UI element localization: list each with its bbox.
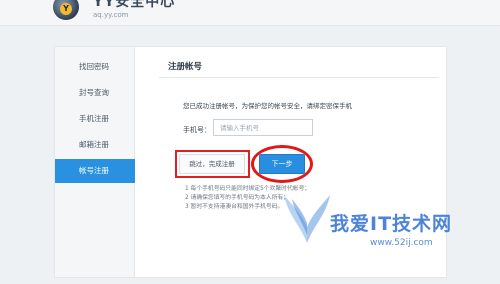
brand-domain: aq.yy.com [93, 11, 129, 19]
phone-input[interactable] [213, 119, 313, 136]
sidebar-item-ban-query[interactable]: 封号查询 [55, 81, 134, 105]
logo-letter: Y [60, 3, 72, 15]
watermark-text: 我爱IT技术网 [330, 213, 453, 235]
title-divider [159, 77, 439, 78]
sidebar-item-email-register[interactable]: 邮箱注册 [55, 133, 134, 157]
wings-icon [284, 195, 330, 243]
sidebar-item-recover-password[interactable]: 找回密码 [55, 55, 134, 79]
page-title: 注册帐号 [168, 62, 203, 72]
next-step-button[interactable]: 下一步 [259, 154, 305, 174]
yy-logo[interactable]: Y [53, 0, 79, 20]
sidebar: 找回密码 封号查询 手机注册 邮箱注册 帐号注册 [55, 47, 135, 277]
brand-title: YY安全中心 [93, 0, 176, 10]
sidebar-item-phone-register[interactable]: 手机注册 [55, 107, 134, 131]
site-header: Y YY安全中心 aq.yy.com [0, 0, 500, 26]
skip-finish-button[interactable]: 跳过，完成注册 [179, 154, 245, 174]
phone-label: 手机号： [183, 126, 211, 134]
watermark-url: www.52ij.com [370, 238, 433, 248]
bind-phone-notice: 您已成功注册帐号，为保护您的帐号安全，请绑定密保手机 [183, 102, 352, 110]
sidebar-item-account-register[interactable]: 帐号注册 [55, 159, 135, 183]
